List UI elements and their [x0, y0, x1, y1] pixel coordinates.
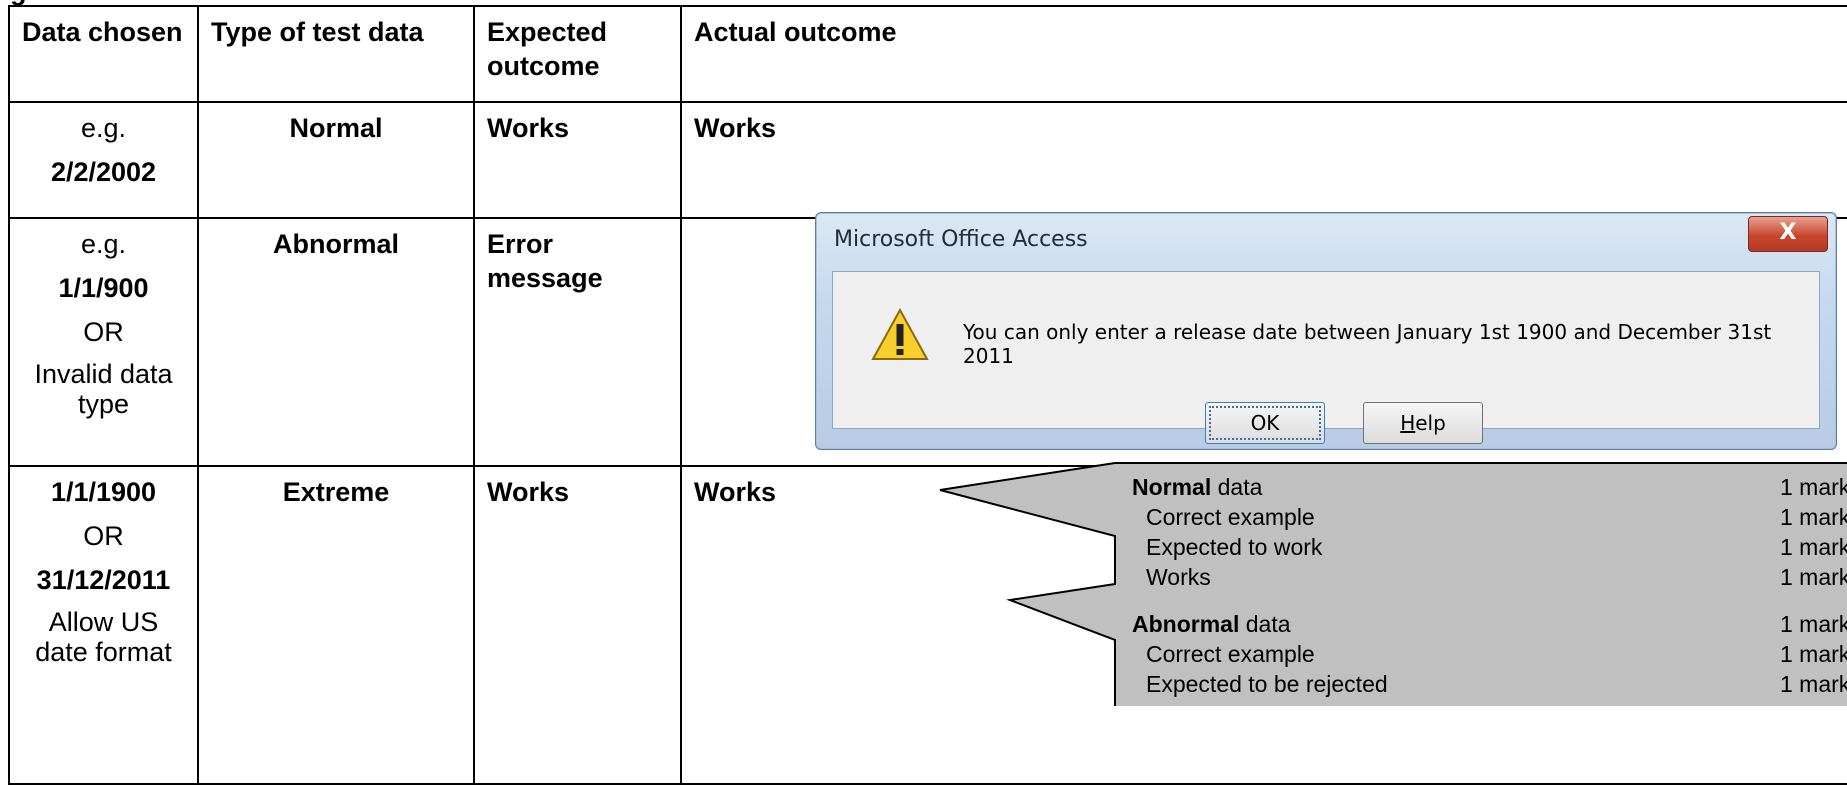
close-button[interactable]: X	[1748, 216, 1828, 252]
callout-mark: 1 mark	[1780, 564, 1847, 590]
cell-expected: Works	[473, 465, 682, 785]
cell-data-chosen: e.g. 2/2/2002	[8, 101, 199, 219]
cell-type: Abnormal	[197, 217, 475, 467]
cell-type: Extreme	[197, 465, 475, 785]
callout-heading: Normal data 1 mark	[1132, 472, 1847, 502]
dialog-body: You can only enter a release date betwee…	[832, 271, 1820, 444]
cell-text: e.g.	[80, 229, 127, 259]
cell-text: Invalid data type	[34, 359, 173, 419]
callout-heading-bold: Normal	[1132, 474, 1212, 500]
cell-actual: Works	[680, 101, 1847, 219]
callout-item-label: Works	[1146, 564, 1211, 590]
callout-mark: 1 mark	[1780, 534, 1847, 560]
dialog-message: You can only enter a release date betwee…	[963, 320, 1772, 368]
cell-text: e.g.	[80, 113, 127, 143]
callout-mark: 1 mark	[1780, 671, 1847, 697]
cell-expected: Works	[473, 101, 682, 219]
callout-item: Works 1 mark	[1132, 562, 1847, 592]
cell-text: OR	[83, 521, 124, 551]
cell-expected: Error message	[473, 217, 682, 467]
help-button[interactable]: Help	[1363, 402, 1483, 444]
warning-icon	[871, 308, 929, 360]
callout-item: Expected to work 1 mark	[1132, 532, 1847, 562]
callout-item: Correct example 1 mark	[1132, 639, 1847, 669]
callout-item-label: Expected to be rejected	[1146, 671, 1388, 697]
callout-mark: 1 mark	[1780, 474, 1847, 500]
callout-heading: Abnormal data 1 mark	[1132, 609, 1847, 639]
dialog-title: Microsoft Office Access	[834, 227, 1088, 252]
table-row: e.g. 2/2/2002 Normal Works Works	[8, 101, 1847, 219]
column-header-data-chosen: Data chosen	[8, 5, 199, 103]
cell-data-chosen: e.g. 1/1/900 OR Invalid data type	[8, 217, 199, 467]
callout-mark: 1 mark	[1780, 641, 1847, 667]
cell-text: 1/1/900	[58, 273, 149, 303]
callout-heading-rest: data	[1211, 474, 1263, 500]
callout-heading-rest: data	[1239, 611, 1291, 637]
callout-item-label: Correct example	[1146, 504, 1315, 530]
cell-text: 1/1/1900	[50, 477, 157, 507]
ok-button[interactable]: OK	[1205, 402, 1325, 444]
table-header-row: Data chosen Type of test data Expected o…	[8, 5, 1847, 103]
callout-item-label: Correct example	[1146, 641, 1315, 667]
column-header-actual: Actual outcome	[680, 5, 1847, 103]
callout-item-label: Expected to work	[1146, 534, 1323, 560]
callout-mark: 1 mark	[1780, 504, 1847, 530]
callout-mark: 1 mark	[1780, 611, 1847, 637]
cell-text: 2/2/2002	[50, 157, 157, 187]
cell-text: 31/12/2011	[36, 565, 171, 595]
column-header-expected: Expected outcome	[473, 5, 682, 103]
callout-item: Expected to be rejected 1 mark	[1132, 669, 1847, 699]
callout-item: Correct example 1 mark	[1132, 502, 1847, 532]
error-dialog: Microsoft Office Access X You can only e…	[815, 212, 1837, 450]
mark-scheme-callout: Normal data 1 mark Correct example 1 mar…	[1132, 472, 1847, 699]
column-header-type: Type of test data	[197, 5, 475, 103]
cell-data-chosen: 1/1/1900 OR 31/12/2011 Allow US date for…	[8, 465, 199, 785]
cell-text: OR	[83, 317, 124, 347]
callout-heading-bold: Abnormal	[1132, 611, 1240, 637]
cell-type: Normal	[197, 101, 475, 219]
cell-text: Allow US date format	[35, 607, 172, 667]
